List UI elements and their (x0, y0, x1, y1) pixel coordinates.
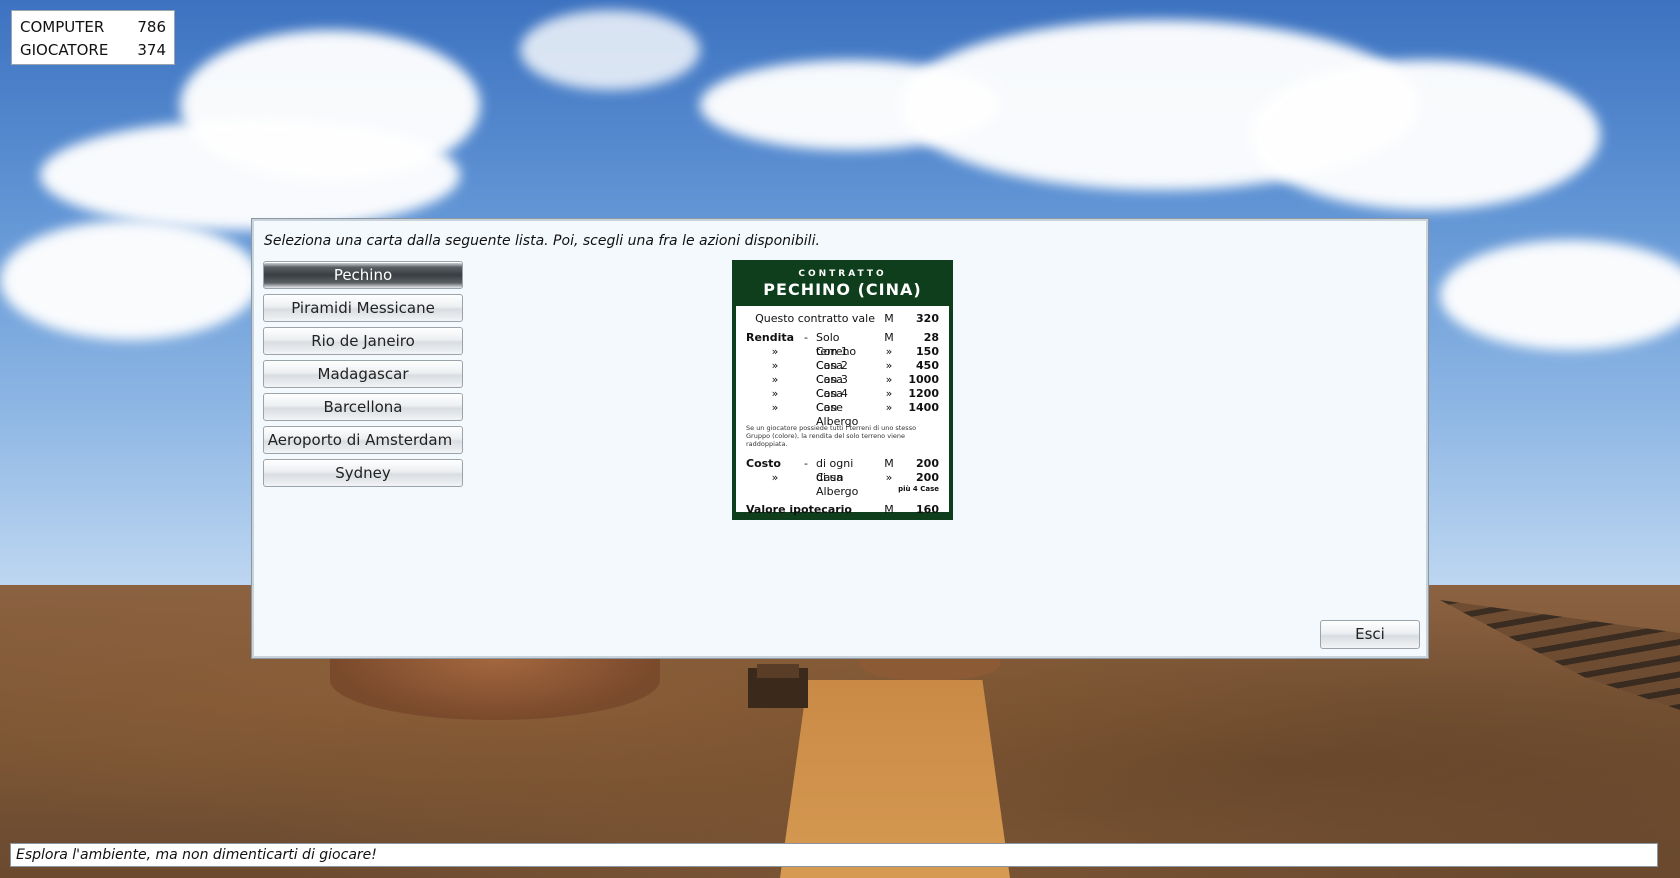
contract-body: Questo contratto vale M 320 Rendita - So… (736, 306, 949, 516)
contract-value-line: Questo contratto vale M 320 (746, 312, 939, 326)
score-panel: COMPUTER 786 GIOCATORE 374 (11, 10, 175, 65)
card-button-aeroporto-amsterdam[interactable]: Aeroporto di Amsterdam (263, 426, 463, 454)
currency-symbol: M (884, 312, 894, 325)
ditto-mark: » (885, 373, 893, 386)
property-contract-card: CONTRATTO PECHINO (CINA) Questo contratt… (732, 260, 953, 520)
contract-value: 320 (916, 312, 939, 325)
card-button-barcellona[interactable]: Barcellona (263, 393, 463, 421)
dialog-instructions: Seleziona una carta dalla seguente lista… (264, 233, 820, 249)
card-button-sydney[interactable]: Sydney (263, 459, 463, 487)
rent-desc: Con 2 Casa (816, 359, 848, 386)
ditto-mark: » (885, 345, 893, 358)
score-row-player: GIOCATORE 374 (20, 39, 166, 62)
ditto-mark: » (885, 401, 893, 414)
row-prefix: » (771, 471, 779, 484)
row-prefix: » (771, 345, 779, 358)
ditto-mark: » (885, 471, 893, 484)
row-prefix: » (771, 401, 779, 414)
score-row-computer: COMPUTER 786 (20, 16, 166, 39)
cost-row: Costo - di ogni Casa M 200 (746, 457, 939, 484)
ditto-mark: » (885, 387, 893, 400)
rent-row: » Con 3 Casa » 1000 (746, 373, 939, 400)
currency-symbol: M (884, 503, 894, 516)
mortgage-row: Valore ipotecario M 160 (746, 503, 939, 517)
row-prefix: » (771, 359, 779, 372)
row-prefix: - (804, 331, 808, 344)
ditto-mark: » (885, 359, 893, 372)
card-button-rio-de-janeiro[interactable]: Rio de Janeiro (263, 327, 463, 355)
rent-desc: Con Albergo (816, 401, 859, 428)
rent-row: » Con 2 Casa » 450 (746, 359, 939, 386)
rent-value: 1400 (908, 401, 939, 414)
cost-label: Costo (746, 457, 781, 470)
rent-desc: Con 1 Casa (816, 345, 848, 372)
contract-kicker: CONTRATTO (798, 269, 887, 279)
currency-symbol: M (884, 331, 894, 344)
contract-title: PECHINO (CINA) (763, 280, 922, 299)
card-list: Pechino Piramidi Messicane Rio de Janeir… (263, 261, 463, 492)
rent-value: 150 (916, 345, 939, 358)
rent-label: Rendita (746, 331, 795, 344)
player-score: 374 (137, 41, 166, 59)
mortgage-value: 160 (916, 503, 939, 516)
card-button-madagascar[interactable]: Madagascar (263, 360, 463, 388)
status-bar: Esplora l'ambiente, ma non dimenticarti … (10, 843, 1658, 867)
rent-value: 450 (916, 359, 939, 372)
player-name: COMPUTER (20, 18, 105, 36)
rent-desc: Solo terreno (816, 331, 857, 358)
pedestal-top (757, 664, 799, 678)
cost-desc: di un Albergo (816, 471, 859, 498)
cost-row: » di un Albergo » 200 (746, 471, 939, 498)
contract-note: Se un giocatore possiede tutti i terreni… (746, 424, 917, 448)
card-button-pechino[interactable]: Pechino (263, 261, 463, 289)
card-selection-dialog: Seleziona una carta dalla seguente lista… (252, 219, 1428, 658)
rent-row: » Con 1 Casa » 150 (746, 345, 939, 372)
rent-row: » Con Albergo » 1400 (746, 401, 939, 428)
rent-desc: Con 3 Casa (816, 373, 848, 400)
rent-row: » Con 4 Case » 1200 (746, 387, 939, 414)
cost-desc: di ogni Casa (816, 457, 854, 484)
currency-symbol: M (884, 457, 894, 470)
row-prefix: » (771, 387, 779, 400)
exit-button[interactable]: Esci (1320, 620, 1420, 649)
row-prefix: » (771, 373, 779, 386)
rent-value: 1000 (908, 373, 939, 386)
rent-row: Rendita - Solo terreno M 28 (746, 331, 939, 358)
contract-header: CONTRATTO PECHINO (CINA) (736, 264, 949, 306)
cost-value: 200 (916, 471, 939, 484)
row-prefix: - (804, 457, 808, 470)
card-button-piramidi-messicane[interactable]: Piramidi Messicane (263, 294, 463, 322)
rent-value: 1200 (908, 387, 939, 400)
rent-value: 28 (923, 331, 939, 344)
player-name: GIOCATORE (20, 41, 109, 59)
rent-desc: Con 4 Case (816, 387, 848, 414)
player-score: 786 (137, 18, 166, 36)
cost-value: 200 (916, 457, 939, 470)
mortgage-label: Valore ipotecario (746, 503, 852, 516)
contract-value-label: Questo contratto vale (755, 312, 875, 325)
